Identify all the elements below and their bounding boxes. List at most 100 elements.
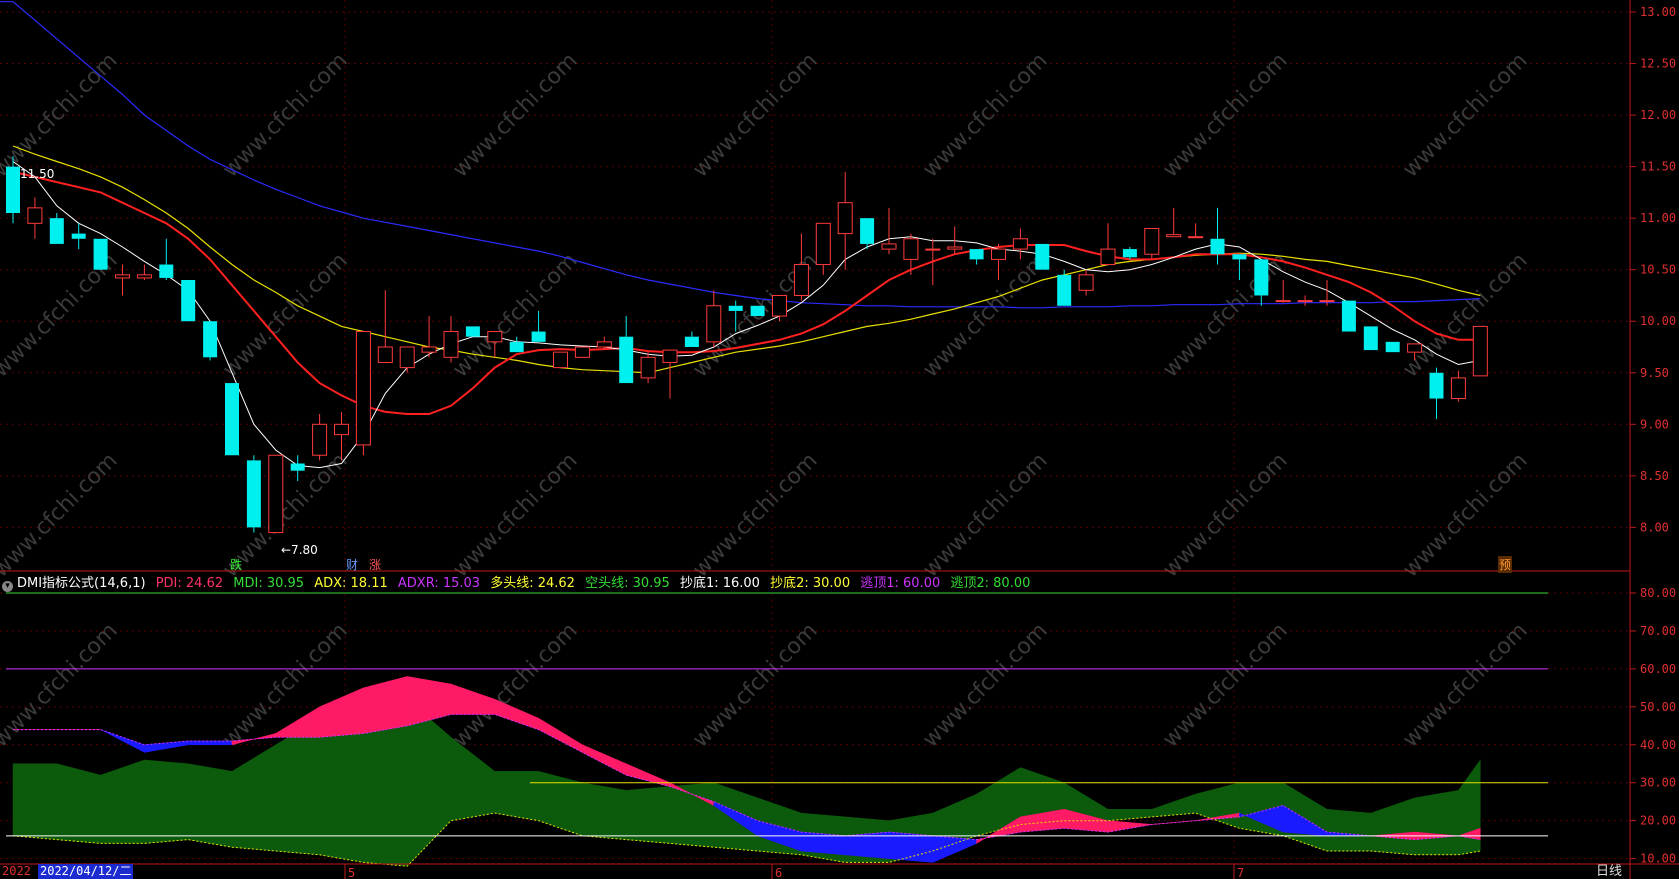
candle-up[interactable]: [925, 238, 941, 286]
candle-body: [1319, 300, 1335, 303]
candle-down[interactable]: [619, 316, 634, 384]
candle-up[interactable]: [268, 454, 284, 534]
candle-body: [619, 336, 634, 384]
candle-up[interactable]: [27, 197, 43, 239]
candle-up[interactable]: [1166, 207, 1182, 238]
candle-down[interactable]: [1341, 300, 1356, 332]
watermark-text: www.cfchi.com: [918, 618, 1052, 752]
candle-up[interactable]: [574, 346, 590, 358]
candle-body: [772, 294, 787, 317]
candle-up[interactable]: [881, 207, 897, 255]
candle-down[interactable]: [531, 310, 546, 342]
candle-up[interactable]: [1275, 280, 1291, 303]
candle-up[interactable]: [640, 352, 656, 384]
candle-down[interactable]: [93, 238, 108, 270]
candle-down[interactable]: [246, 455, 261, 533]
candle-up[interactable]: [793, 233, 809, 301]
candle-up[interactable]: [1078, 269, 1094, 296]
candle-body: [1385, 341, 1400, 353]
candle-up[interactable]: [443, 316, 459, 363]
candle-body: [1100, 248, 1116, 266]
collapse-icon[interactable]: ▾: [2, 581, 13, 592]
mdi-adx-band: [1458, 759, 1481, 856]
candle-down[interactable]: [225, 383, 239, 456]
candle-up[interactable]: [991, 243, 1006, 280]
candle-down[interactable]: [1363, 326, 1378, 351]
candle-down[interactable]: [750, 305, 765, 317]
event-marker-fall[interactable]: 跌: [230, 556, 242, 573]
indicator-header: ▾ DMI指标公式(14,6,1) PDI: 24.62 MDI: 30.95 A…: [0, 572, 1630, 592]
candle-up[interactable]: [662, 349, 678, 399]
pdi-adxr-band: [363, 676, 408, 734]
candle-up[interactable]: [377, 290, 393, 363]
candle-up[interactable]: [1472, 325, 1488, 377]
low-label: ←7.80: [281, 543, 318, 557]
candle-up[interactable]: [355, 331, 371, 456]
candle-body: [181, 280, 196, 322]
candle-down[interactable]: [1122, 247, 1137, 260]
indicator-mdi: MDI: 30.95: [233, 576, 305, 591]
candle-body: [115, 274, 130, 279]
candle-down[interactable]: [684, 331, 699, 347]
candle-down[interactable]: [1057, 269, 1072, 306]
candle-body: [1363, 326, 1378, 351]
candle-up[interactable]: [553, 351, 568, 369]
candle-down[interactable]: [1035, 243, 1050, 270]
candle-body: [93, 238, 108, 270]
watermark-text: www.cfchi.com: [918, 248, 1052, 382]
candle-down[interactable]: [1210, 207, 1225, 265]
candle-down[interactable]: [203, 321, 218, 361]
candle-body: [662, 349, 678, 363]
candle-up[interactable]: [421, 316, 437, 358]
period-label[interactable]: 日线: [1596, 860, 1622, 879]
candle-body: [509, 341, 524, 353]
candle-body: [553, 351, 568, 369]
candle-up[interactable]: [1450, 370, 1466, 402]
event-marker-rise[interactable]: 涨: [369, 556, 381, 573]
price-tick-label: 12.00: [1640, 108, 1676, 122]
chart-stage[interactable]: www.cfchi.com www.cfchi.com www.cfchi.com w…: [0, 0, 1679, 879]
indicator-name[interactable]: DMI指标公式(14,6,1): [17, 576, 146, 591]
candle-up[interactable]: [1297, 295, 1313, 306]
candle-down[interactable]: [509, 336, 524, 353]
mdi-adx-band: [275, 717, 320, 856]
candle-down[interactable]: [71, 223, 86, 250]
selected-date[interactable]: 2022/04/12/二: [38, 864, 134, 879]
high-label: 11.50: [20, 167, 54, 181]
candle-up[interactable]: [837, 171, 853, 270]
mdi-adx-band: [12, 763, 58, 840]
candle-body: [290, 463, 305, 471]
event-marker-forecast[interactable]: 预: [1498, 556, 1513, 573]
indicator-top-2: 逃顶2: 80.00: [950, 576, 1031, 591]
price-tick-label: 13.00: [1640, 5, 1676, 19]
price-tick-label: 10.00: [1640, 314, 1676, 328]
candle-down[interactable]: [159, 238, 174, 280]
candle-up[interactable]: [312, 414, 328, 461]
pdi-adxr-band: [888, 831, 934, 863]
candle-up[interactable]: [1144, 227, 1160, 260]
mdi-adx-band: [582, 782, 627, 840]
candle-down[interactable]: [1385, 341, 1400, 353]
candle-body: [246, 460, 261, 528]
candle-up[interactable]: [1012, 228, 1028, 260]
candle-up[interactable]: [1100, 223, 1116, 266]
candle-down[interactable]: [860, 218, 875, 250]
candle-up[interactable]: [706, 290, 722, 347]
candle-down[interactable]: [1429, 367, 1444, 420]
indicator-bottom-1: 抄底1: 16.00: [679, 576, 760, 591]
candle-body: [815, 222, 831, 266]
candle-down[interactable]: [49, 213, 64, 244]
candle-down[interactable]: [290, 455, 305, 481]
indicator-bottom-2: 抄底2: 30.00: [770, 576, 851, 591]
event-marker-financial[interactable]: 财: [346, 556, 358, 573]
watermark-text: www.cfchi.com: [1158, 448, 1292, 582]
candle-up[interactable]: [1188, 223, 1204, 239]
candle-up[interactable]: [136, 264, 152, 280]
candle-down[interactable]: [181, 280, 196, 322]
mdi-adx-band: [100, 759, 145, 844]
candle-up[interactable]: [772, 294, 787, 322]
candle-body: [487, 331, 503, 343]
candle-down[interactable]: [465, 326, 480, 337]
candle-up[interactable]: [399, 346, 415, 373]
candle-down[interactable]: [969, 249, 984, 265]
